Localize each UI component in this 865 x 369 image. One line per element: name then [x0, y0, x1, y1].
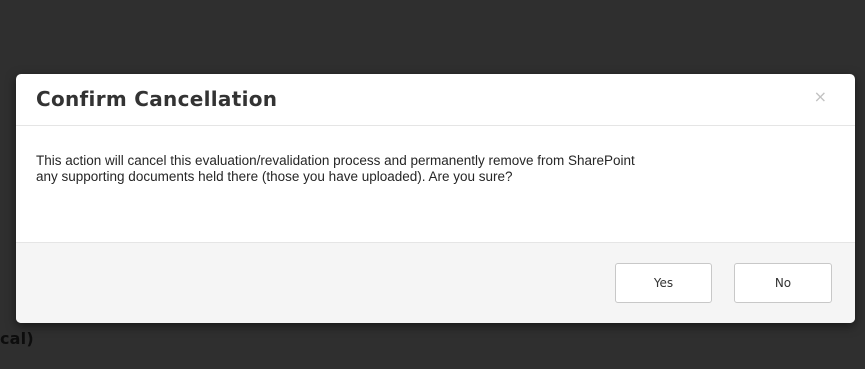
background-partial-text: cal) [0, 329, 34, 348]
no-button[interactable]: No [734, 263, 832, 303]
dialog-body: This action will cancel this evaluation/… [16, 126, 855, 242]
dialog-header: Confirm Cancellation × [16, 74, 855, 126]
close-icon[interactable]: × [814, 89, 827, 105]
dialog-message: This action will cancel this evaluation/… [36, 153, 635, 184]
confirm-cancellation-dialog: Confirm Cancellation × This action will … [16, 74, 855, 323]
yes-button[interactable]: Yes [615, 263, 712, 303]
dialog-title: Confirm Cancellation [36, 87, 278, 111]
dialog-footer: Yes No [16, 242, 855, 323]
